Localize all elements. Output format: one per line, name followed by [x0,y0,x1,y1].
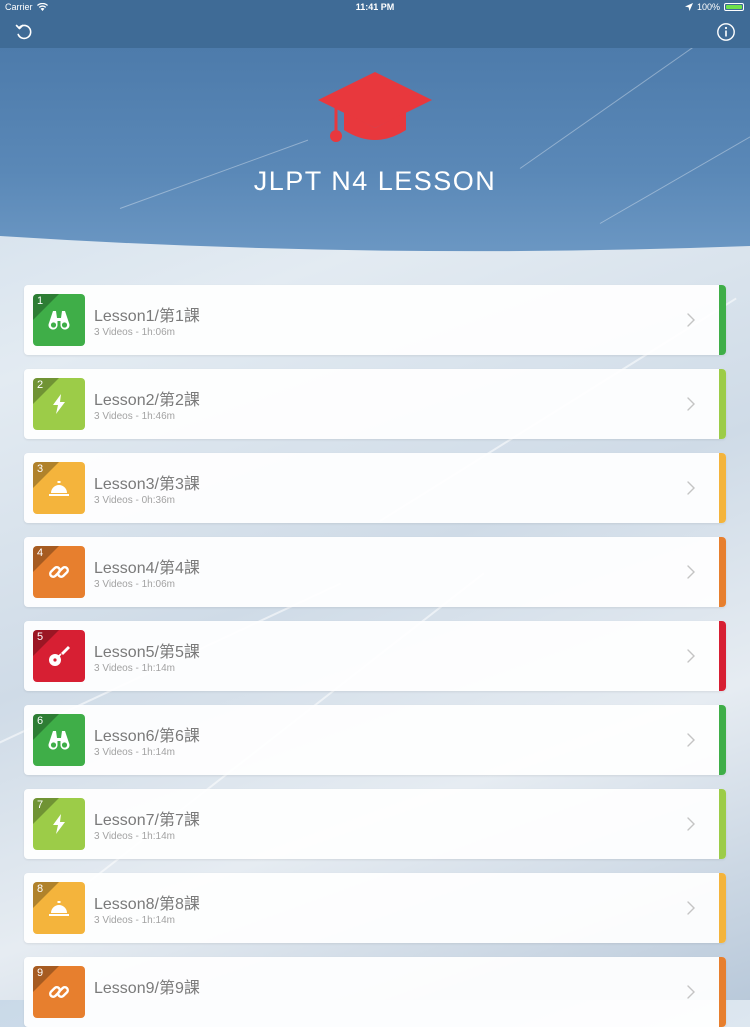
lightning-icon [47,812,71,836]
lesson-subtitle: 3 Videos - 1h:06m [94,327,175,338]
lesson-subtitle: 3 Videos - 0h:36m [94,495,175,506]
lesson-number: 7 [37,799,44,811]
lesson-number: 4 [37,547,44,559]
lesson-title: Lesson7/第7課 [94,812,200,829]
chevron-right-icon [686,312,696,328]
lesson-icon-tile: 8 [33,882,85,934]
color-stripe [719,789,726,859]
lesson-number: 9 [37,967,44,979]
lesson-number: 8 [37,883,44,895]
lesson-number: 1 [37,295,44,307]
lesson-card[interactable]: 7 Lesson7/第7課 3 Videos - 1h:14m [24,789,726,859]
info-button[interactable] [714,20,738,44]
color-stripe [719,537,726,607]
service-bell-icon [47,896,71,920]
lesson-subtitle: 3 Videos - 1h:06m [94,579,175,590]
lesson-icon-tile: 7 [33,798,85,850]
chevron-right-icon [686,900,696,916]
color-stripe [719,705,726,775]
lesson-icon-tile: 4 [33,546,85,598]
lesson-icon-tile: 5 [33,630,85,682]
lesson-card[interactable]: 2 Lesson2/第2課 3 Videos - 1h:46m [24,369,726,439]
lesson-icon-tile: 1 [33,294,85,346]
lesson-subtitle: 3 Videos - 1h:46m [94,411,175,422]
battery-percent: 100% [696,2,720,12]
lightning-icon [47,392,71,416]
service-bell-icon [47,476,71,500]
lesson-icon-tile: 9 [33,966,85,1018]
lesson-number: 5 [37,631,44,643]
color-stripe [719,453,726,523]
color-stripe [719,285,726,355]
lesson-title: Lesson4/第4課 [94,560,200,577]
lesson-card[interactable]: 8 Lesson8/第8課 3 Videos - 1h:14m [24,873,726,943]
lesson-card[interactable]: 9 Lesson9/第9課 [24,957,726,1027]
refresh-icon [15,24,32,40]
color-stripe [719,621,726,691]
lesson-number: 6 [37,715,44,727]
chain-link-icon [47,980,71,1004]
lesson-title: Lesson5/第5課 [94,644,200,661]
chevron-right-icon [686,564,696,580]
info-icon [717,23,735,41]
chain-link-icon [47,560,71,584]
chevron-right-icon [686,816,696,832]
chevron-right-icon [686,732,696,748]
refresh-button[interactable] [12,20,36,44]
chevron-right-icon [686,648,696,664]
lesson-subtitle: 3 Videos - 1h:14m [94,663,175,674]
lesson-subtitle: 3 Videos - 1h:14m [94,831,175,842]
graduation-cap-icon [318,72,432,142]
color-stripe [719,957,726,1027]
lesson-card[interactable]: 6 Lesson6/第6課 3 Videos - 1h:14m [24,705,726,775]
lesson-icon-tile: 3 [33,462,85,514]
chevron-right-icon [686,984,696,1000]
battery-icon [724,3,744,11]
lesson-title: Lesson1/第1課 [94,308,200,325]
binoculars-icon [47,308,71,332]
lesson-subtitle: 3 Videos - 1h:14m [94,915,175,926]
lesson-card[interactable]: 5 Lesson5/第5課 3 Videos - 1h:14m [24,621,726,691]
location-arrow-icon [684,3,693,11]
binoculars-icon [47,728,71,752]
clock: 11:41 PM [355,2,395,12]
lesson-number: 3 [37,463,44,475]
nav-bar [0,16,750,48]
guitar-icon [47,644,71,668]
lesson-icon-tile: 2 [33,378,85,430]
lesson-subtitle: 3 Videos - 1h:14m [94,747,175,758]
lesson-number: 2 [37,379,44,391]
color-stripe [719,873,726,943]
chevron-right-icon [686,480,696,496]
lesson-title: Lesson6/第6課 [94,728,200,745]
app-title: JLPT N4 LESSON [253,166,497,196]
status-bar: Carrier 11:41 PM 100% [0,0,750,16]
lesson-title: Lesson2/第2課 [94,392,200,409]
lesson-card[interactable]: 3 Lesson3/第3課 3 Videos - 0h:36m [24,453,726,523]
lesson-card[interactable]: 4 Lesson4/第4課 3 Videos - 1h:06m [24,537,726,607]
lesson-card[interactable]: 1 Lesson1/第1課 3 Videos - 1h:06m [24,285,726,355]
chevron-right-icon [686,396,696,412]
lesson-title: Lesson8/第8課 [94,896,200,913]
lesson-icon-tile: 6 [33,714,85,766]
color-stripe [719,369,726,439]
lesson-title: Lesson3/第3課 [94,476,200,493]
lesson-title: Lesson9/第9課 [94,980,200,997]
